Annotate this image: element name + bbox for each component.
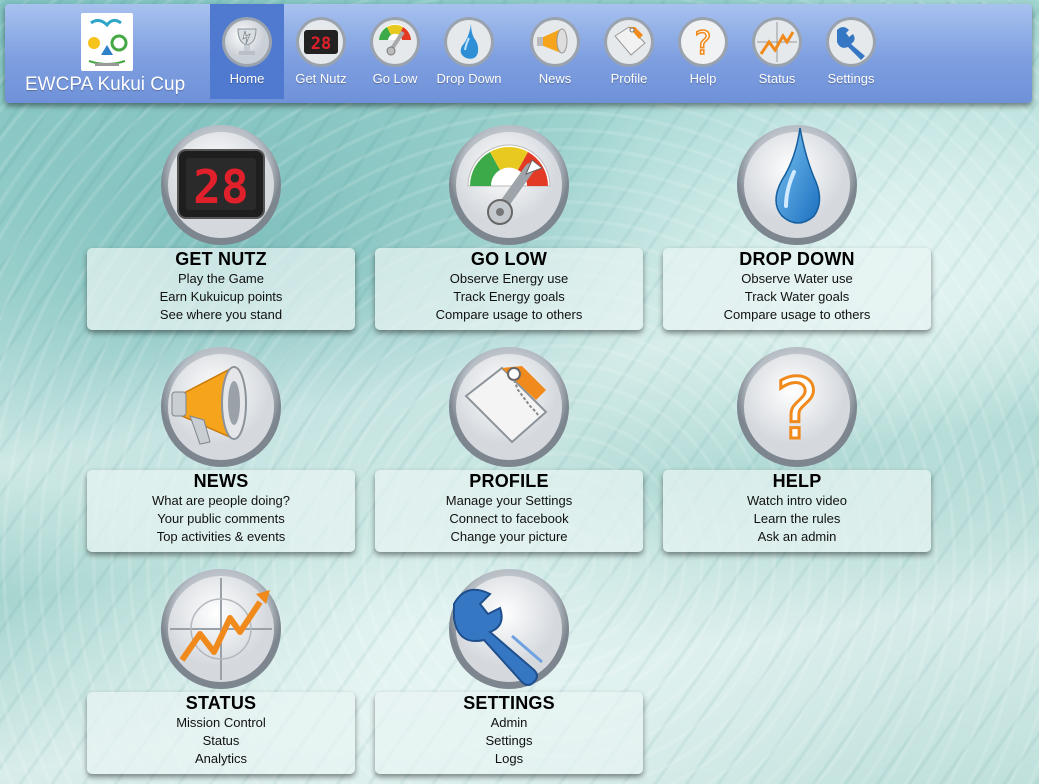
- scoreboard-icon: 28: [296, 17, 346, 67]
- go-low-energy-gauge-icon[interactable]: [448, 124, 570, 246]
- wrench-icon: [826, 17, 876, 67]
- water-drop-icon: [444, 17, 494, 67]
- status-chart-icon[interactable]: [160, 568, 282, 690]
- profile-tag-icon: [604, 17, 654, 67]
- tile-line: Mission Control: [176, 715, 266, 730]
- drop-down-water-drop-icon[interactable]: [736, 124, 858, 246]
- tile-title: DROP DOWN: [739, 249, 855, 269]
- settings-wrench-icon[interactable]: [448, 568, 570, 690]
- profile-tag-icon[interactable]: [448, 346, 570, 468]
- nav-profile[interactable]: Profile: [592, 4, 666, 99]
- svg-text:?: ?: [695, 24, 712, 62]
- status-chart-icon: [752, 17, 802, 67]
- nav-label: Help: [689, 71, 717, 86]
- tile-line: Logs: [494, 751, 524, 766]
- get-nutz-scoreboard-icon[interactable]: 28: [160, 124, 282, 246]
- nav-go-low[interactable]: Go Low: [358, 4, 432, 99]
- top-navigation-bar: EWCPA Kukui Cup Home 28 Get Nutz Go Low: [5, 4, 1032, 103]
- nav-label: Profile: [610, 71, 648, 86]
- tile-line: What are people doing?: [151, 493, 291, 508]
- nav-news[interactable]: News: [518, 4, 592, 99]
- help-question-mark-icon[interactable]: ?: [736, 346, 858, 468]
- settings-tile[interactable]: SETTINGS Admin Settings Logs: [375, 692, 643, 774]
- tile-line: Change your picture: [450, 529, 568, 544]
- nav-label: Settings: [827, 71, 875, 86]
- tile-line: Watch intro video: [747, 493, 847, 508]
- nav-drop-down[interactable]: Drop Down: [432, 4, 506, 99]
- tile-line: Play the Game: [178, 271, 264, 286]
- tile-title: HELP: [772, 471, 822, 491]
- status-tile[interactable]: STATUS Mission Control Status Analytics: [87, 692, 355, 774]
- tile-line: Admin: [490, 715, 528, 730]
- nav-status[interactable]: Status: [740, 4, 814, 99]
- tile-line: Observe Water use: [741, 271, 853, 286]
- nav-label: Go Low: [372, 71, 418, 86]
- nav-settings[interactable]: Settings: [814, 4, 888, 99]
- tile-line: Settings: [485, 733, 533, 748]
- tile-line: Your public comments: [157, 511, 285, 526]
- svg-text:?: ?: [775, 360, 820, 458]
- svg-text:28: 28: [193, 160, 248, 214]
- tile-title: SETTINGS: [463, 693, 555, 713]
- tile-line: Ask an admin: [757, 529, 837, 544]
- tile-title: PROFILE: [469, 471, 549, 491]
- tile-title: GO LOW: [470, 249, 548, 269]
- megaphone-icon: [530, 17, 580, 67]
- tile-line: Track Energy goals: [453, 289, 565, 304]
- profile-tile[interactable]: PROFILE Manage your Settings Connect to …: [375, 470, 643, 552]
- energy-gauge-icon: [370, 17, 420, 67]
- nav-label: News: [538, 71, 572, 86]
- nav-label: Drop Down: [436, 71, 502, 86]
- question-mark-icon: ?: [678, 17, 728, 67]
- tile-line: Top activities & events: [156, 529, 286, 544]
- tile-line: Learn the rules: [753, 511, 841, 526]
- news-megaphone-icon[interactable]: [160, 346, 282, 468]
- get-nutz-tile[interactable]: GET NUTZ Play the Game Earn Kukuicup poi…: [87, 248, 355, 330]
- tile-line: Track Water goals: [744, 289, 850, 304]
- nav-label: Status: [758, 71, 796, 86]
- tile-line: Compare usage to others: [723, 307, 871, 322]
- tile-title: GET NUTZ: [175, 249, 267, 269]
- nav-label: Get Nutz: [295, 71, 347, 86]
- tile-line: Compare usage to others: [435, 307, 583, 322]
- help-tile[interactable]: HELP Watch intro video Learn the rules A…: [663, 470, 931, 552]
- tile-line: Connect to facebook: [449, 511, 569, 526]
- drop-down-tile[interactable]: DROP DOWN Observe Water use Track Water …: [663, 248, 931, 330]
- trophy-icon: [222, 17, 272, 67]
- news-tile[interactable]: NEWS What are people doing? Your public …: [87, 470, 355, 552]
- tile-title: NEWS: [193, 471, 249, 491]
- nav-help[interactable]: ? Help: [666, 4, 740, 99]
- tile-line: Observe Energy use: [449, 271, 569, 286]
- tile-line: Earn Kukuicup points: [159, 289, 283, 304]
- svg-text:28: 28: [311, 34, 331, 54]
- nav-label: Home: [229, 71, 265, 86]
- go-low-tile[interactable]: GO LOW Observe Energy use Track Energy g…: [375, 248, 643, 330]
- tile-line: Analytics: [194, 751, 248, 766]
- nav-home[interactable]: Home: [210, 4, 284, 99]
- nav-get-nutz[interactable]: 28 Get Nutz: [284, 4, 358, 99]
- tile-line: Manage your Settings: [445, 493, 573, 508]
- tile-line: See where you stand: [159, 307, 283, 322]
- ewcpa-logo[interactable]: [81, 13, 133, 71]
- app-title: EWCPA Kukui Cup: [25, 74, 186, 95]
- tile-title: STATUS: [185, 693, 257, 713]
- tile-line: Status: [202, 733, 240, 748]
